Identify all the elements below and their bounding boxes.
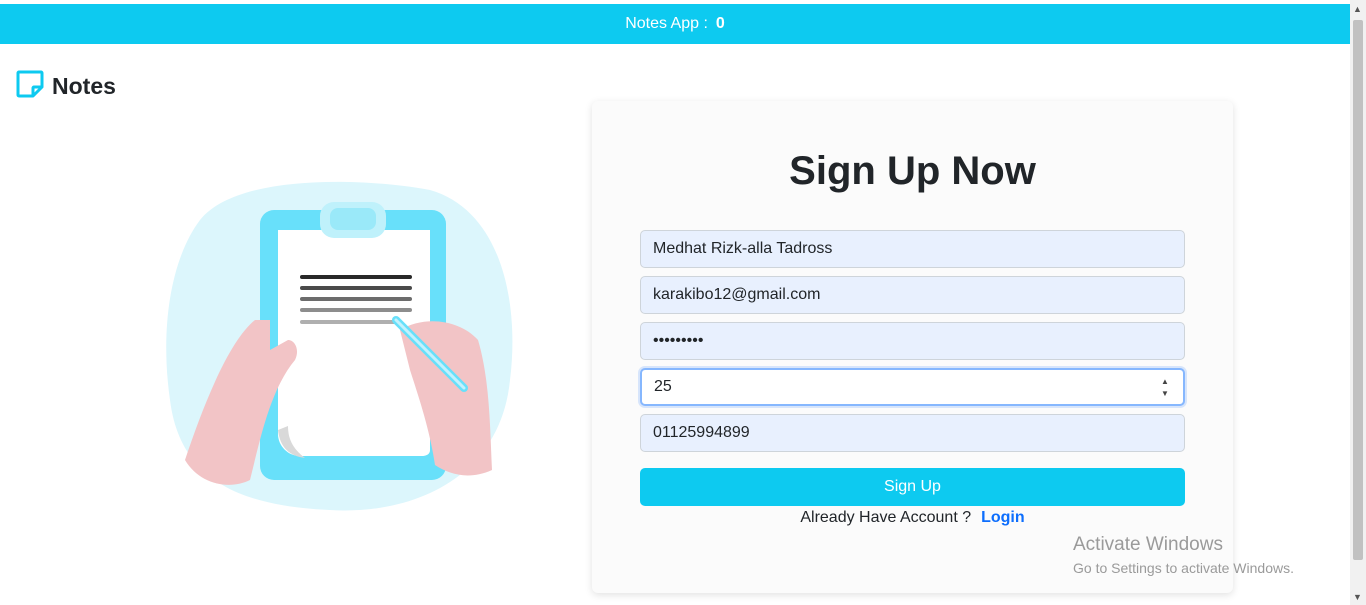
age-stepper[interactable]: ▲ ▼ xyxy=(1159,377,1171,399)
phone-input[interactable] xyxy=(640,414,1185,452)
brand-title: Notes xyxy=(52,73,116,99)
watermark-title: Activate Windows xyxy=(1073,534,1223,555)
page-title: Sign Up Now xyxy=(789,149,1036,193)
scroll-down-icon[interactable]: ▼ xyxy=(1353,592,1362,602)
age-input[interactable]: 25 ▲ ▼ xyxy=(640,368,1185,406)
scrollbar-thumb[interactable] xyxy=(1353,20,1363,560)
navbar-app-label: Notes App : xyxy=(625,15,708,32)
sticky-note-icon xyxy=(16,70,44,103)
stepper-up-icon[interactable]: ▲ xyxy=(1161,377,1169,387)
vertical-scrollbar[interactable]: ▲ ▼ xyxy=(1350,0,1366,605)
password-input[interactable] xyxy=(640,322,1185,360)
signup-card: Sign Up Now 25 ▲ ▼ Sign Up Already Have … xyxy=(592,101,1233,593)
scroll-up-icon[interactable]: ▲ xyxy=(1353,4,1362,14)
stepper-down-icon[interactable]: ▼ xyxy=(1161,389,1169,399)
email-input[interactable] xyxy=(640,276,1185,314)
brand-logo[interactable]: Notes xyxy=(16,70,116,103)
notes-count: 0 xyxy=(715,15,725,32)
activate-windows-watermark: Activate Windows Go to Settings to activ… xyxy=(1073,534,1294,576)
top-navbar: Notes App : 0 xyxy=(0,4,1350,44)
name-input[interactable] xyxy=(640,230,1185,268)
login-prompt: Already Have Account ? Login xyxy=(592,509,1233,527)
login-link[interactable]: Login xyxy=(981,509,1025,526)
signup-illustration xyxy=(160,180,530,520)
age-value: 25 xyxy=(654,378,672,395)
login-prompt-text: Already Have Account ? xyxy=(800,509,972,526)
sign-up-button[interactable]: Sign Up xyxy=(640,468,1185,506)
watermark-subtitle: Go to Settings to activate Windows. xyxy=(1073,560,1294,576)
